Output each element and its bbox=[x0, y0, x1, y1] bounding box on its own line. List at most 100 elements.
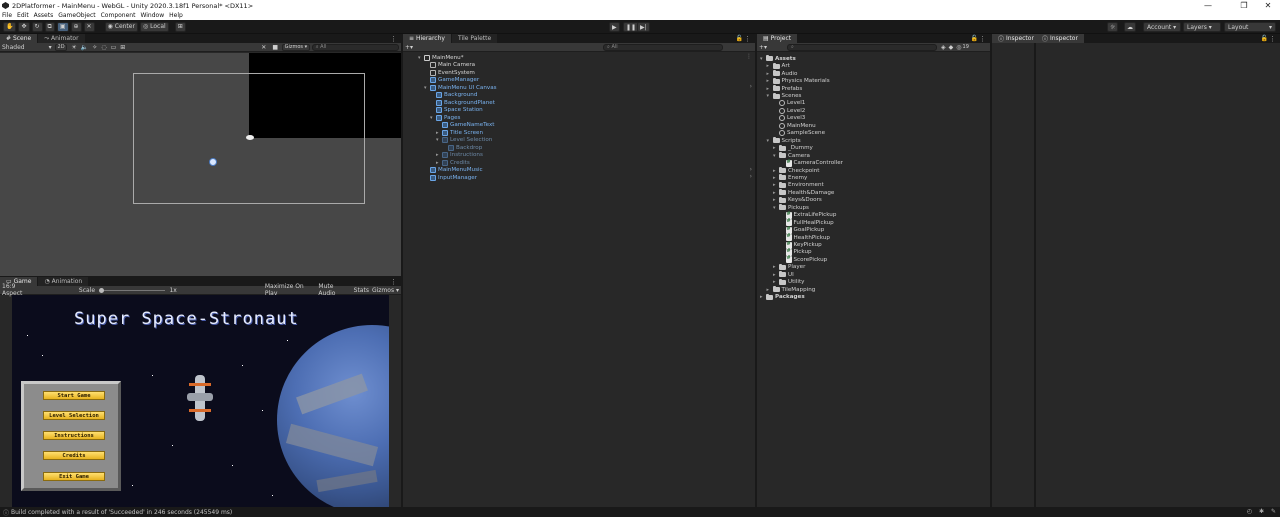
lighting-icon[interactable]: ☀ bbox=[71, 44, 76, 51]
gizmos-dropdown[interactable]: Gizmos ▾ bbox=[281, 43, 310, 51]
project-item[interactable]: ▸ Audio bbox=[767, 70, 797, 78]
hierarchy-item[interactable]: MainMenuMusic bbox=[424, 167, 483, 175]
camera-icon[interactable]: ▭ bbox=[111, 44, 117, 51]
project-item[interactable]: ▸ Physics Materials bbox=[767, 77, 830, 85]
status-message[interactable]: Build completed with a result of 'Succee… bbox=[11, 509, 232, 516]
custom-tool-icon[interactable]: ✕ bbox=[83, 21, 95, 32]
expand-arrow-icon[interactable]: ▾ bbox=[767, 93, 773, 99]
rotate-tool-icon[interactable]: ↻ bbox=[31, 21, 43, 32]
project-item[interactable]: ▾ Scenes bbox=[767, 92, 801, 100]
panel-menu-icon[interactable]: ⋮ bbox=[744, 35, 751, 43]
project-item[interactable]: Level2 bbox=[773, 107, 805, 115]
menu-edit[interactable]: Edit bbox=[17, 12, 29, 19]
grid-snap-icon[interactable]: ⊞ bbox=[174, 21, 186, 32]
hierarchy-item[interactable]: ▾ Level Selection bbox=[436, 137, 492, 145]
tab-animation[interactable]: ◔ Animation bbox=[38, 277, 90, 286]
layout-dropdown[interactable]: Layout ▾ bbox=[1224, 22, 1276, 32]
project-item[interactable]: ▸ Prefabs bbox=[767, 85, 802, 93]
lock-icon[interactable]: 🔓 bbox=[736, 35, 743, 42]
space-toggle[interactable]: ◎ Local bbox=[139, 21, 169, 32]
project-item[interactable]: ▸ Utility bbox=[773, 278, 804, 287]
tab-tile-palette[interactable]: Tile Palette bbox=[451, 34, 499, 43]
menu-gameobject[interactable]: GameObject bbox=[58, 12, 95, 19]
create-add-icon[interactable]: +▾ bbox=[405, 44, 413, 51]
menu-assets[interactable]: Assets bbox=[34, 12, 54, 19]
close-button[interactable]: ✕ bbox=[1256, 0, 1280, 11]
event-system-icon[interactable] bbox=[209, 158, 217, 166]
audio-icon[interactable]: 🔈 bbox=[81, 44, 88, 51]
game-render-view[interactable]: Super Space-Stronaut Start Game Level Se… bbox=[12, 295, 389, 507]
layers-dropdown[interactable]: Layers ▾ bbox=[1183, 22, 1221, 32]
scale-tool-icon[interactable]: ⧉ bbox=[44, 21, 55, 32]
hierarchy-item[interactable]: ▾ MainMenu* bbox=[418, 54, 464, 62]
hierarchy-item[interactable]: Backdrop bbox=[442, 144, 482, 152]
maximize-button[interactable]: ❐ bbox=[1232, 0, 1256, 11]
project-item[interactable]: CameraController bbox=[780, 159, 843, 167]
project-item[interactable]: ▾ Pickups bbox=[773, 204, 809, 212]
panel-menu-icon[interactable]: ⋮ bbox=[390, 278, 397, 286]
tab-inspector-1[interactable]: ⓘ Inspector bbox=[992, 34, 1041, 43]
hierarchy-item[interactable]: GameManager bbox=[424, 77, 479, 85]
credits-button[interactable]: Credits bbox=[43, 451, 105, 460]
child-arrow-icon[interactable]: › bbox=[750, 173, 752, 180]
expand-arrow-icon[interactable]: ▾ bbox=[767, 138, 773, 144]
project-item[interactable]: ▸ Health&Damage bbox=[773, 189, 834, 197]
panel-menu-icon[interactable]: ⋮ bbox=[1269, 35, 1276, 43]
filter-by-label-icon[interactable]: ◆ bbox=[949, 44, 954, 51]
minimize-button[interactable]: — bbox=[1196, 0, 1220, 11]
effects-icon[interactable]: ✧ bbox=[92, 44, 97, 51]
tools-icon[interactable]: ✕ bbox=[261, 44, 266, 51]
filter-by-type-icon[interactable]: ◈ bbox=[941, 44, 946, 51]
tab-project[interactable]: ▤ Project bbox=[757, 34, 799, 43]
hierarchy-item[interactable]: Space Station bbox=[430, 107, 483, 115]
start-game-button[interactable]: Start Game bbox=[43, 391, 105, 400]
shading-dropdown[interactable]: Shaded bbox=[2, 44, 25, 51]
camera-settings-icon[interactable]: ■ bbox=[272, 44, 278, 51]
hidden-objects-icon[interactable]: ◌ bbox=[101, 44, 106, 51]
project-item[interactable]: ▾ Assets bbox=[760, 55, 796, 63]
tab-scene[interactable]: # Scene bbox=[0, 34, 39, 43]
hierarchy-item[interactable]: ▸ Credits bbox=[436, 159, 470, 167]
child-arrow-icon[interactable]: › bbox=[750, 83, 752, 90]
grid-icon[interactable]: ⊞ bbox=[120, 44, 125, 51]
project-item[interactable]: ▸ Environment bbox=[773, 181, 824, 190]
project-item[interactable]: ▸ Packages bbox=[760, 293, 805, 301]
create-add-icon[interactable]: +▾ bbox=[759, 44, 767, 51]
tab-hierarchy[interactable]: ≡ Hierarchy bbox=[403, 34, 452, 43]
camera-gizmo-icon[interactable] bbox=[246, 135, 254, 140]
instructions-button[interactable]: Instructions bbox=[43, 431, 105, 440]
project-item[interactable]: ▸ UI bbox=[773, 271, 794, 279]
hierarchy-item[interactable]: ▾ MainMenu UI Canvas bbox=[424, 84, 497, 92]
menu-component[interactable]: Component bbox=[101, 12, 136, 19]
pivot-toggle[interactable]: ◉ Center bbox=[104, 21, 138, 32]
hierarchy-item[interactable]: ▸ Instructions bbox=[436, 152, 483, 160]
collapse-arrow-icon[interactable]: ▸ bbox=[767, 71, 773, 77]
project-item[interactable]: ▸ Art bbox=[767, 62, 790, 70]
project-item[interactable]: Level3 bbox=[773, 115, 805, 123]
collapse-arrow-icon[interactable]: ▸ bbox=[767, 78, 773, 84]
transform-tool-icon[interactable]: ⊕ bbox=[70, 21, 82, 32]
scale-slider[interactable] bbox=[99, 287, 166, 293]
rect-tool-icon[interactable]: ▣ bbox=[56, 21, 69, 32]
hierarchy-item[interactable]: GameNameText bbox=[436, 122, 494, 130]
game-gizmos-dropdown[interactable]: Gizmos ▾ bbox=[372, 287, 399, 294]
lock-icon[interactable]: 🔓 bbox=[971, 35, 978, 42]
hierarchy-item[interactable]: Main Camera bbox=[424, 62, 475, 70]
hierarchy-item[interactable]: ▾ Pages bbox=[430, 114, 460, 122]
menu-file[interactable]: File bbox=[2, 12, 12, 19]
menu-window[interactable]: Window bbox=[140, 12, 164, 19]
scale-slider-thumb[interactable] bbox=[99, 287, 105, 293]
project-item[interactable]: Pickup bbox=[780, 248, 812, 257]
play-button[interactable]: ▶ bbox=[609, 22, 620, 32]
cloud-icon[interactable]: ☁ bbox=[1124, 22, 1136, 32]
scene-search-input[interactable]: ⌕ All bbox=[311, 43, 399, 51]
scene-viewport[interactable] bbox=[0, 53, 401, 276]
child-arrow-icon[interactable]: › bbox=[750, 166, 752, 173]
project-item[interactable]: ▸ Enemy bbox=[773, 174, 807, 182]
hierarchy-item[interactable]: BackgroundPlanet bbox=[430, 99, 495, 107]
scene-menu-icon[interactable]: ⋮ bbox=[746, 53, 752, 60]
collab-icon[interactable]: ☼ bbox=[1107, 22, 1119, 32]
level-selection-button[interactable]: Level Selection bbox=[43, 411, 105, 420]
exit-game-button[interactable]: Exit Game bbox=[43, 472, 105, 481]
project-search-input[interactable]: ⌕ bbox=[787, 43, 938, 51]
